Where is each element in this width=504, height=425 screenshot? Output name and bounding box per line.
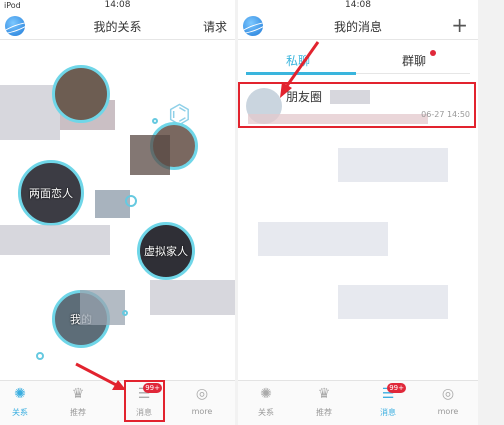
page-title: 我的关系	[93, 20, 142, 34]
tab-messages[interactable]: ☰ 99+ 消息	[368, 383, 408, 418]
tab-label: more	[191, 407, 213, 416]
tab-relations[interactable]: ✺ 关系	[0, 383, 40, 418]
nav-bar: 我的消息 +	[238, 12, 478, 40]
tab-label: 推荐	[316, 408, 332, 417]
tab-label: more	[437, 407, 459, 416]
request-button[interactable]: 请求	[203, 18, 227, 35]
blurred-region	[95, 190, 130, 218]
nav-bar: 我的关系 请求	[0, 12, 235, 40]
tab-recommend[interactable]: ♛ 推荐	[304, 383, 344, 418]
tab-group-chat[interactable]: 群聊	[402, 52, 426, 69]
relation-bubbles: ⌬ 两面恋人 虚拟家人 我的	[0, 40, 235, 380]
page-title: 我的消息	[333, 20, 382, 34]
tab-relations[interactable]: ✺ 关系	[246, 383, 286, 418]
status-time: 14:08	[104, 0, 131, 10]
blurred-region	[130, 135, 170, 175]
blurred-region	[150, 280, 235, 315]
relation-bubble[interactable]	[52, 65, 110, 123]
bubble-label: 虚拟家人	[144, 245, 188, 258]
decor-dot	[125, 195, 137, 207]
status-bar: iPod 14:08	[0, 0, 235, 12]
blurred-region	[80, 290, 125, 325]
pointer-arrow	[280, 41, 320, 98]
blurred-region	[338, 285, 448, 319]
status-bar: 14:08	[238, 0, 478, 12]
blurred-region	[258, 222, 388, 256]
tab-label: 关系	[12, 408, 28, 417]
tab-more[interactable]: ◎ more	[182, 383, 222, 416]
more-icon: ◎	[195, 386, 209, 402]
decor-dot	[36, 352, 44, 360]
pointer-arrow	[75, 362, 126, 390]
add-button[interactable]: +	[451, 13, 468, 37]
bubble-two-faced-lover[interactable]: 两面恋人	[18, 160, 84, 226]
tab-label: 消息	[380, 408, 396, 417]
decor-dot	[152, 118, 158, 124]
more-icon: ◎	[441, 386, 455, 402]
tab-label: 推荐	[70, 408, 86, 417]
tab-bar: ✺ 关系 ♛ 推荐 ☰ 99+ 消息 ◎ more	[238, 380, 478, 425]
bubble-label: 两面恋人	[29, 187, 73, 200]
relations-screen: iPod 14:08 我的关系 请求 ⌬ 两面恋人 虚拟家人 我的 ✺	[0, 0, 235, 425]
blurred-region	[0, 85, 60, 140]
tab-divider	[356, 73, 470, 74]
messages-screen: 14:08 我的消息 + 私聊 群聊 朋友圈 06-27 14:50 ✺ 关系 …	[238, 0, 478, 425]
unread-dot	[430, 50, 436, 56]
planet-tab-icon: ✺	[260, 386, 272, 402]
bubble-virtual-family[interactable]: 虚拟家人	[137, 222, 195, 280]
decor-dot	[122, 310, 128, 316]
unread-badge: 99+	[387, 383, 406, 393]
planet-tab-icon: ✺	[14, 386, 26, 402]
blurred-region	[0, 225, 110, 255]
tab-label: 关系	[258, 408, 274, 417]
status-time: 14:08	[345, 0, 371, 10]
blurred-region	[338, 148, 448, 182]
crown-icon: ♛	[317, 386, 331, 402]
tab-more[interactable]: ◎ more	[428, 383, 468, 416]
